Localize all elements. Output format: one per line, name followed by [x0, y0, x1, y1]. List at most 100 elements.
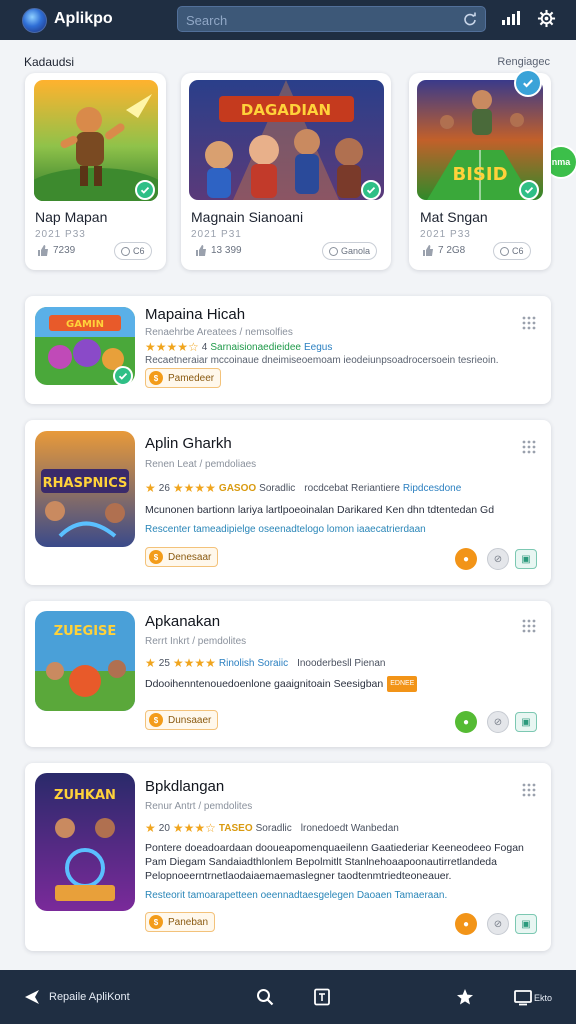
bottom-nav: Repaile ApliKont Ekto	[0, 970, 576, 1024]
coin-icon: $	[149, 371, 163, 385]
info-icon	[500, 246, 509, 256]
app-rating: ★★★★☆ 4 Sarnaisionaedieidee Eegus	[145, 340, 333, 354]
banner-text: DAGADIAN	[241, 101, 331, 119]
featured-likes: 13 399	[195, 245, 242, 256]
pill-label: Ganola	[341, 246, 371, 256]
app-title: Mapaina Hicah	[145, 306, 246, 323]
banner-text: BISID	[452, 164, 507, 185]
likes-count: 7239	[53, 245, 76, 256]
rating-stars: ★★★★☆	[145, 340, 199, 354]
download-button[interactable]: $ Denesaar	[145, 547, 219, 567]
app-list-card[interactable]: GAMIN Mapaina Hicah Renaehrbe Areatees /…	[25, 296, 551, 404]
download-button[interactable]: $ Dunsaaer	[145, 710, 219, 730]
action-button-grey[interactable]: ⊘	[487, 548, 509, 570]
action-button-green[interactable]: ●	[455, 711, 477, 733]
likes-count: 13 399	[211, 245, 242, 256]
featured-pill[interactable]: C6	[114, 242, 152, 260]
app-title: Bpkdlangan	[145, 778, 225, 795]
app-thumbnail: ZUHKAN	[35, 773, 135, 911]
back-icon[interactable]	[24, 989, 40, 1005]
app-meta: Rerrt Inkrt / pemdolites	[145, 636, 247, 647]
app-title: Aplikpo	[54, 10, 113, 27]
app-rating: ★ 26 ★★★★ GASOO Soradlic rocdcebat Reria…	[145, 481, 462, 495]
app-description-secondary: Rescenter tameadipielge oseenadtelogo lo…	[145, 524, 426, 535]
search-input[interactable]	[186, 11, 446, 29]
nav-last-label[interactable]: Ekto	[534, 993, 552, 1003]
top-bar: Aplikpo	[0, 0, 576, 40]
thumbs-up-icon	[38, 245, 48, 256]
featured-name: Magnain Sianoani	[191, 209, 304, 225]
featured-likes: 7239	[37, 245, 75, 256]
section-link[interactable]: Rengiagec	[497, 56, 550, 68]
coin-icon: $	[149, 915, 163, 929]
info-icon	[121, 246, 130, 256]
featured-name: Mat Sngan	[420, 209, 488, 225]
thumb-text: RHASPNICS	[43, 476, 128, 491]
app-thumbnail: ZUEGISE	[35, 611, 135, 711]
installed-check-icon	[135, 180, 155, 200]
rating-stars: ★	[145, 821, 156, 835]
app-thumbnail: RHASPNICS	[35, 431, 135, 547]
search-box[interactable]	[177, 6, 486, 32]
library-icon[interactable]	[313, 988, 331, 1006]
pill-label: C6	[512, 246, 524, 256]
action-button-grey[interactable]: ⊘	[487, 711, 509, 733]
logo-icon[interactable]	[22, 8, 47, 33]
action-button-grey[interactable]: ⊘	[487, 913, 509, 935]
featured-name: Nap Mapan	[35, 209, 108, 225]
rating-stars: ★	[145, 481, 156, 495]
nav-back-label[interactable]: Repaile ApliKont	[49, 991, 130, 1003]
app-description: Pontere doeadoardaan dooueapomenquaeilen…	[145, 842, 524, 882]
app-title: Aplin Gharkh	[145, 435, 232, 452]
featured-subtitle: 2021 P33	[35, 229, 86, 240]
screen-icon[interactable]	[514, 988, 532, 1006]
coin-icon: $	[149, 550, 163, 564]
app-rating: ★ 20 ★★★☆ TASEO Soradlic lronedoedt Wanb…	[145, 821, 399, 835]
action-button-orange[interactable]: ●	[455, 913, 477, 935]
app-meta: Renur Antrt / pemdolites	[145, 801, 253, 812]
search-icon[interactable]	[256, 988, 274, 1006]
thumbs-up-icon	[423, 245, 433, 256]
download-button[interactable]: $ Pamedeer	[145, 368, 222, 388]
thumb-text: ZUHKAN	[54, 788, 116, 803]
gear-icon[interactable]	[537, 9, 556, 28]
featured-card[interactable]: Nap Mapan 2021 P33 7239 C6	[25, 73, 166, 270]
featured-thumbnail: DAGADIAN	[189, 80, 384, 200]
more-icon[interactable]	[521, 315, 537, 331]
app-rating: ★ 25 ★★★★ Rinolish Soraiic Inooderbesll …	[145, 656, 386, 670]
rating-stars: ★	[145, 656, 156, 670]
action-button-orange[interactable]: ●	[455, 548, 477, 570]
installed-check-icon	[361, 180, 381, 200]
app-list-card[interactable]: ZUEGISE Apkanakan Rerrt Inkrt / pemdolit…	[25, 601, 551, 747]
signal-icon[interactable]	[502, 11, 520, 25]
refresh-icon[interactable]	[463, 12, 477, 26]
thumb-text: ZUEGISE	[54, 624, 117, 639]
download-button[interactable]: $ Paneban	[145, 912, 216, 932]
action-button-square[interactable]: ▣	[515, 914, 537, 934]
more-icon[interactable]	[521, 618, 537, 634]
featured-card[interactable]: DAGADIAN nma Magnain Sianoani 2021 P31 1…	[181, 73, 576, 270]
likes-count: 7 2G8	[438, 245, 466, 256]
star-icon[interactable]	[456, 988, 474, 1006]
app-meta: Renen Leat / pemdoliaes	[145, 459, 257, 470]
app-list-card[interactable]: RHASPNICS Aplin Gharkh Renen Leat / pemd…	[25, 420, 551, 585]
app-description: Mcunonen bartionn lariya lartlpoeoinalan…	[145, 504, 495, 516]
app-description: Recaetneraiar mccoinaue dneimiseoemoam i…	[145, 355, 499, 366]
featured-subtitle: 2021 P31	[191, 229, 242, 240]
thumb-text: GAMIN	[66, 319, 104, 330]
action-button-square[interactable]: ▣	[515, 712, 537, 732]
section-title: Kadaudsi	[24, 55, 75, 69]
app-title: Apkanakan	[145, 613, 221, 630]
featured-subtitle: 2021 P33	[420, 229, 471, 240]
coin-icon: $	[149, 713, 163, 727]
app-list-card[interactable]: ZUHKAN Bpkdlangan Renur Antrt / pemdolit…	[25, 763, 551, 951]
featured-pill[interactable]: C6	[493, 242, 531, 260]
top-check-icon	[514, 69, 542, 97]
info-icon	[329, 246, 338, 256]
more-icon[interactable]	[521, 782, 537, 798]
featured-pill[interactable]: Ganola	[322, 242, 378, 260]
action-button-square[interactable]: ▣	[515, 549, 537, 569]
more-icon[interactable]	[521, 439, 537, 455]
featured-card[interactable]: BISID Mat Sngan 2021 P33 7 2G8 C6	[409, 69, 551, 270]
pill-label: C6	[133, 246, 145, 256]
